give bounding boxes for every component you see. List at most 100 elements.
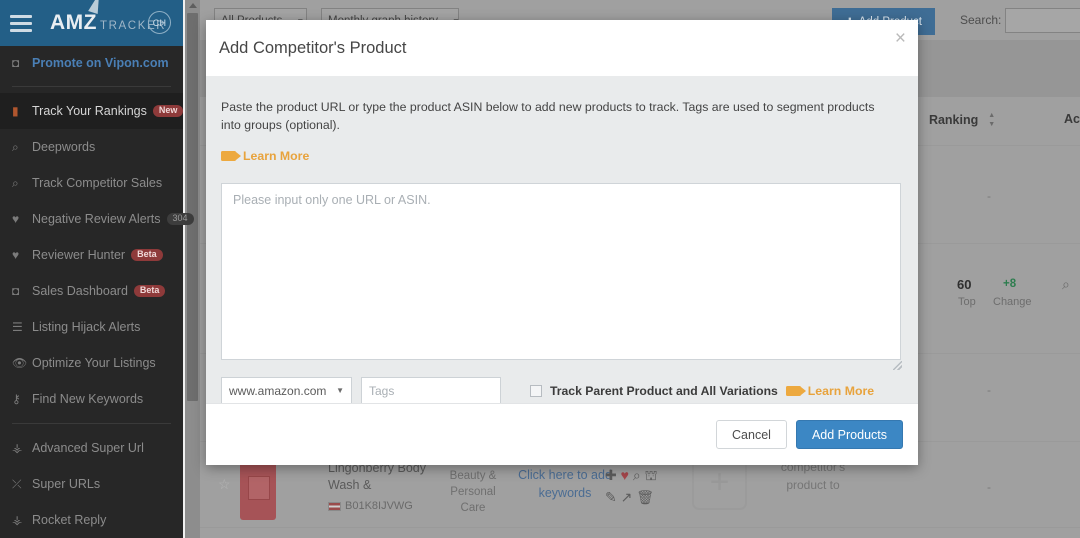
modal-description: Paste the product URL or type the produc… bbox=[221, 100, 875, 132]
shuffle-icon: ⤫ bbox=[12, 476, 22, 491]
rocket-icon: ⚶ bbox=[12, 513, 23, 527]
key-icon: ⚷ bbox=[12, 392, 21, 406]
learn-more-link-track-parent[interactable]: Learn More bbox=[785, 383, 875, 398]
store-icon[interactable]: ⛫ bbox=[645, 467, 658, 483]
rank-change-value: +8 bbox=[1003, 278, 1017, 290]
sidebar-item-label: Reviewer Hunter bbox=[32, 248, 126, 262]
sidebar-item-deepwords[interactable]: ⌕ Deepwords bbox=[0, 129, 183, 165]
product-category: Beauty & Personal Care bbox=[449, 470, 497, 514]
ranking-empty-2: - bbox=[987, 383, 991, 397]
logo-amz: AMZ bbox=[50, 11, 97, 34]
product-url-textarea[interactable] bbox=[221, 183, 901, 360]
sidebar-item-label: Track Your Rankings bbox=[32, 104, 147, 118]
search-icon: ⌕ bbox=[12, 139, 19, 154]
learn-more-label: Learn More bbox=[243, 149, 310, 163]
search-icon: ⌕ bbox=[12, 175, 19, 190]
scrollbar-thumb[interactable] bbox=[187, 13, 198, 401]
close-icon[interactable]: × bbox=[895, 29, 906, 48]
search-input[interactable] bbox=[1005, 8, 1080, 33]
delete-icon[interactable]: 🗑 bbox=[636, 489, 654, 505]
product-name: Lingonberry Body Wash & bbox=[328, 461, 426, 492]
search-icon[interactable]: ⌕ bbox=[1062, 276, 1070, 293]
sidebar-item-label: Deepwords bbox=[32, 140, 96, 154]
search-label: Search: bbox=[960, 13, 1002, 27]
tags-input[interactable] bbox=[361, 377, 501, 404]
marketplace-domain-select[interactable]: www.amazon.com ▼ bbox=[221, 377, 352, 404]
sidebar-item-label: Optimize Your Listings bbox=[32, 356, 156, 370]
sidebar-item-label: Rocket Reply bbox=[32, 513, 107, 527]
sidebar-item-sales-dashboard[interactable]: ◘ Sales Dashboard Beta bbox=[0, 273, 183, 309]
rank-change-label: Change bbox=[993, 296, 1032, 308]
megaphone-icon: ◘ bbox=[12, 284, 20, 298]
search-icon[interactable]: ⌕ bbox=[633, 467, 641, 483]
heart-icon: ♥ bbox=[12, 248, 20, 262]
learn-more-link-top[interactable]: Learn More bbox=[221, 149, 309, 163]
page-scrollbar[interactable] bbox=[185, 0, 200, 538]
column-header-ranking-label: Ranking bbox=[928, 113, 979, 127]
sidebar-item-advanced-super-url[interactable]: ⚶ Advanced Super Url bbox=[0, 430, 183, 466]
product-asin-row: B01K8IJVWG bbox=[328, 500, 413, 512]
sidebar-item-label: Track Competitor Sales bbox=[32, 176, 163, 190]
avatar[interactable]: CH bbox=[148, 11, 171, 34]
sidebar-item-label: Sales Dashboard bbox=[32, 284, 128, 298]
heart-icon: ♥ bbox=[12, 212, 20, 226]
chevron-down-icon: ▼ bbox=[336, 386, 344, 395]
sidebar-item-track-competitor-sales[interactable]: ⌕ Track Competitor Sales bbox=[0, 165, 183, 201]
sidebar-item-negative-review-alerts[interactable]: ♥ Negative Review Alerts 304 bbox=[0, 201, 194, 237]
sidebar-nav: ◘ Promote on Vipon.com ▮ Track Your Rank… bbox=[0, 46, 194, 538]
resize-handle-icon[interactable] bbox=[893, 361, 902, 370]
plus-icon: + bbox=[709, 463, 730, 501]
sidebar-item-reviewer-hunter[interactable]: ♥ Reviewer Hunter Beta bbox=[0, 237, 183, 273]
video-camera-icon bbox=[785, 385, 806, 396]
sidebar-divider bbox=[12, 86, 171, 87]
sidebar-item-label: Find New Keywords bbox=[32, 392, 144, 406]
list-icon: ☰ bbox=[12, 320, 23, 334]
badge-new: New bbox=[152, 104, 184, 118]
brand-bar: AMZ TRACKER CH bbox=[0, 0, 183, 46]
modal-header: Add Competitor's Product × bbox=[206, 20, 918, 76]
sidebar-item-promote-on-vipon[interactable]: ◘ Promote on Vipon.com bbox=[0, 46, 183, 80]
edit-pencil-icon[interactable]: ✎ bbox=[605, 489, 617, 505]
rank-top-label: Top bbox=[958, 296, 976, 308]
row-action-icons: ✚ ♥ ⌕ ⛫ ✎ ↗ 🗑 bbox=[605, 464, 675, 508]
sidebar-item-track-your-rankings[interactable]: ▮ Track Your Rankings New bbox=[0, 93, 184, 129]
cancel-button[interactable]: Cancel bbox=[716, 420, 787, 449]
modal-title: Add Competitor's Product bbox=[219, 38, 407, 57]
sidebar-item-listing-hijack-alerts[interactable]: ☰ Listing Hijack Alerts bbox=[0, 309, 183, 345]
product-asin: B01K8IJVWG bbox=[345, 500, 413, 512]
badge-beta: Beta bbox=[131, 248, 163, 262]
modal-footer: Cancel Add Products bbox=[206, 403, 918, 465]
row-divider bbox=[200, 527, 1080, 528]
us-flag-icon bbox=[328, 501, 341, 511]
sidebar-item-label: Negative Review Alerts bbox=[32, 212, 161, 226]
sidebar-item-find-new-keywords[interactable]: ⚷ Find New Keywords bbox=[0, 381, 183, 417]
modal-form-row: www.amazon.com ▼ Track Parent Product an… bbox=[221, 377, 903, 404]
external-link-icon[interactable]: ↗ bbox=[621, 489, 633, 505]
modal-body: Paste the product URL or type the produc… bbox=[206, 76, 918, 404]
add-icon[interactable]: ✚ bbox=[605, 467, 617, 483]
heart-icon[interactable]: ♥ bbox=[621, 467, 629, 483]
column-header-ranking[interactable]: ▲▼ Ranking ▲▼ bbox=[912, 112, 995, 128]
bar-chart-icon: ▮ bbox=[12, 104, 19, 118]
track-parent-checkbox[interactable] bbox=[530, 384, 542, 397]
column-header-actions-label: Act bbox=[1064, 112, 1080, 126]
ranking-empty-3: - bbox=[987, 480, 991, 494]
hamburger-icon[interactable] bbox=[10, 14, 32, 32]
link-icon: ⚶ bbox=[12, 441, 23, 455]
sidebar-item-super-urls[interactable]: ⤫ Super URLs bbox=[0, 466, 183, 502]
eye-icon: 👁 bbox=[12, 356, 28, 370]
column-header-actions[interactable]: Act bbox=[1064, 112, 1080, 126]
add-competitor-product-modal: Add Competitor's Product × Paste the pro… bbox=[206, 20, 918, 465]
learn-more-label: Learn More bbox=[807, 383, 875, 398]
add-products-button[interactable]: Add Products bbox=[795, 420, 903, 449]
favorite-star-icon[interactable]: ☆ bbox=[218, 476, 231, 493]
track-parent-label: Track Parent Product and All Variations bbox=[550, 383, 778, 398]
sidebar-item-label: Listing Hijack Alerts bbox=[32, 320, 141, 334]
sidebar-item-label: Promote on Vipon.com bbox=[32, 56, 169, 70]
ranking-empty-1: - bbox=[987, 189, 991, 203]
sidebar-item-optimize-your-listings[interactable]: 👁 Optimize Your Listings bbox=[0, 345, 183, 381]
badge-beta: Beta bbox=[133, 284, 166, 298]
scroll-up-arrow-icon[interactable] bbox=[188, 3, 197, 8]
rank-top-value: 60 bbox=[957, 277, 972, 292]
sidebar-item-rocket-reply[interactable]: ⚶ Rocket Reply bbox=[0, 502, 183, 538]
